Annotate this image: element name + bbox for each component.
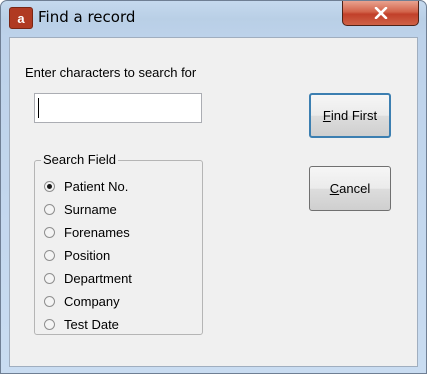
search-input[interactable] bbox=[34, 93, 202, 123]
radio-button[interactable] bbox=[44, 318, 55, 330]
find-first-label: Find First bbox=[322, 108, 378, 123]
radio-button[interactable] bbox=[44, 295, 55, 307]
cancel-button[interactable]: Cancel bbox=[309, 166, 391, 211]
radio-label: Company bbox=[64, 293, 120, 309]
search-field-legend: Search Field bbox=[41, 152, 118, 167]
radio-label: Test Date bbox=[64, 316, 119, 332]
radio-test-date[interactable]: Test Date bbox=[44, 315, 119, 333]
radio-label: Surname bbox=[64, 201, 117, 217]
text-caret bbox=[38, 98, 39, 118]
radio-label: Patient No. bbox=[64, 178, 129, 194]
title-bar[interactable]: a Find a record bbox=[1, 1, 426, 37]
close-button[interactable] bbox=[342, 1, 419, 26]
radio-company[interactable]: Company bbox=[44, 292, 120, 310]
radio-label: Department bbox=[64, 270, 132, 286]
radio-button[interactable] bbox=[44, 249, 55, 261]
radio-button[interactable] bbox=[44, 180, 55, 192]
close-icon bbox=[374, 7, 387, 19]
app-logo-letter: a bbox=[17, 10, 25, 26]
radio-department[interactable]: Department bbox=[44, 269, 132, 287]
search-prompt-label: Enter characters to search for bbox=[25, 65, 197, 80]
radio-label: Forenames bbox=[64, 224, 130, 240]
radio-button[interactable] bbox=[44, 272, 55, 284]
radio-patient-no[interactable]: Patient No. bbox=[44, 177, 128, 195]
find-first-button[interactable]: Find First bbox=[309, 93, 391, 138]
window-title: Find a record bbox=[38, 8, 136, 26]
radio-label: Position bbox=[64, 247, 111, 263]
radio-position[interactable]: Position bbox=[44, 246, 110, 264]
radio-button[interactable] bbox=[44, 226, 55, 238]
radio-surname[interactable]: Surname bbox=[44, 200, 117, 218]
app-logo-icon: a bbox=[9, 7, 33, 29]
cancel-label: Cancel bbox=[329, 181, 371, 196]
radio-forenames[interactable]: Forenames bbox=[44, 223, 130, 241]
radio-button[interactable] bbox=[44, 203, 55, 215]
